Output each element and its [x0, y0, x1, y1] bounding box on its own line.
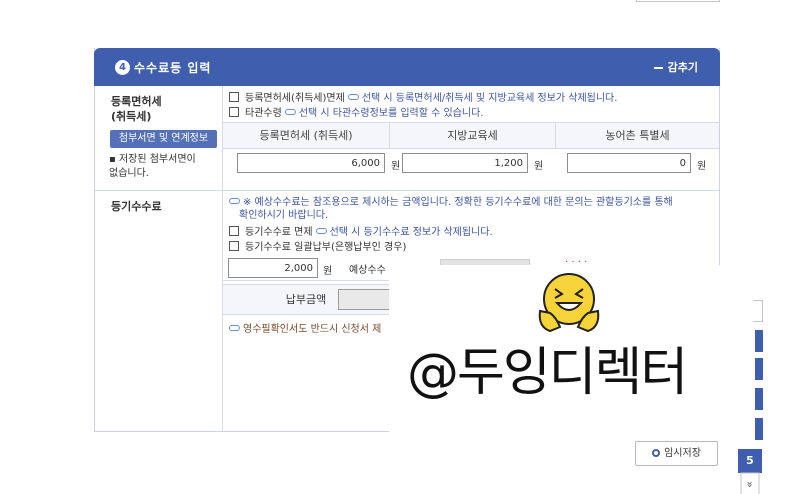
watermark-text: @두잉디렉터	[407, 343, 688, 403]
side-tab[interactable]	[755, 418, 763, 440]
registry-fee-label: 등기수수료	[111, 200, 162, 213]
panel-header: 4 수수료등 입력 감추기	[94, 48, 720, 86]
payment-amount-label: 납부금액	[285, 293, 327, 306]
fee-exemption-row: 등기수수료 면제 선택 시 등기수수료 정보가 삭제됩니다.	[229, 226, 493, 239]
unit-label: 원	[391, 161, 401, 172]
fee-exemption-label: 등기수수료 면제	[245, 227, 313, 238]
attachment-info-button[interactable]: 첨부서면 및 연계정보	[110, 130, 217, 148]
column-header-registration-tax: 등록면허세 (취득세)	[223, 122, 389, 149]
circle-icon	[652, 449, 661, 457]
fee-notice-line1: ※ 예상수수료는 참조용으로 제시하는 금액입니다. 정확한 등기수수료에 대한…	[243, 197, 673, 208]
collapse-label: 감추기	[667, 61, 698, 74]
temp-save-button[interactable]: 임시저장	[635, 441, 718, 466]
watermark-overlay: @두잉디렉터	[389, 265, 753, 436]
unit-label: 원	[534, 161, 544, 172]
expected-fee-label: 예상수수	[349, 265, 386, 276]
unit-label: 원	[697, 161, 707, 172]
receipt-note: 영수필확인서도 반드시 신청서 제	[229, 320, 381, 335]
step-number-badge: 4	[115, 60, 130, 75]
minus-icon	[653, 67, 663, 69]
bulk-payment-row: 등기수수료 일괄납부(은행납부인 경우)	[229, 241, 406, 254]
other-office-label: 타관수령	[245, 108, 282, 119]
other-office-note: 선택 시 타관수령정보를 입력할 수 있습니다.	[298, 108, 484, 119]
side-tab[interactable]	[753, 300, 763, 322]
side-tab[interactable]	[755, 388, 763, 410]
other-office-checkbox[interactable]	[229, 107, 239, 117]
laughing-smiley-icon	[538, 273, 600, 333]
fee-notice-line2: 확인하시기 바랍니다.	[239, 210, 329, 221]
tax-exemption-label: 등록면허세(취득세)면제	[245, 93, 345, 104]
arrow-icon	[347, 94, 359, 100]
double-chevron-down-icon[interactable]: »	[740, 472, 760, 494]
rural-tax-input[interactable]	[567, 153, 691, 173]
column-header-education-tax: 지방교육세	[389, 122, 555, 149]
receipt-note-text: 영수필확인서도 반드시 신청서 제	[243, 324, 382, 335]
row-divider	[95, 190, 719, 191]
bulk-payment-label: 등기수수료 일괄납부(은행납부인 경우)	[245, 242, 407, 253]
side-tab[interactable]	[755, 330, 763, 352]
registration-tax-input[interactable]	[237, 153, 385, 173]
temp-save-label: 임시저장	[664, 448, 701, 459]
other-office-row: 타관수령 선택 시 타관수령정보를 입력할 수 있습니다.	[229, 107, 484, 120]
registry-fee-input[interactable]	[228, 258, 318, 278]
bulk-payment-checkbox[interactable]	[229, 241, 239, 251]
collapse-button[interactable]: 감추기	[653, 59, 698, 75]
registration-tax-label: 등록면허세 (취득세)	[111, 95, 162, 123]
no-attachment-text: ▪ 저장된 첨부서면이 없습니다.	[109, 154, 196, 179]
side-tab[interactable]	[755, 358, 763, 380]
fee-exemption-note: 선택 시 등기수수료 정보가 삭제됩니다.	[329, 227, 493, 238]
education-tax-input[interactable]	[402, 153, 528, 173]
tax-exemption-checkbox[interactable]	[229, 92, 239, 102]
fee-notice: ※ 예상수수료는 참조용으로 제시하는 금액입니다. 정확한 등기수수료에 대한…	[229, 196, 717, 222]
column-header-rural-tax: 농어촌 특별세	[555, 122, 719, 149]
top-control-edge	[636, 0, 720, 2]
arrow-icon	[315, 228, 327, 234]
unit-label: 원	[323, 266, 333, 277]
page-number-button[interactable]: 5	[738, 449, 762, 473]
tax-exemption-row: 등록면허세(취득세)면제 선택 시 등록면허세/취득세 및 지방교육세 정보가 삭…	[229, 92, 617, 105]
fee-exemption-checkbox[interactable]	[229, 226, 239, 236]
tax-exemption-note: 선택 시 등록면허세/취득세 및 지방교육세 정보가 삭제됩니다.	[361, 93, 618, 104]
panel-title: 수수료등 입력	[134, 61, 212, 75]
arrow-icon	[229, 325, 240, 331]
arrow-icon	[229, 198, 240, 204]
arrow-icon	[284, 109, 296, 115]
